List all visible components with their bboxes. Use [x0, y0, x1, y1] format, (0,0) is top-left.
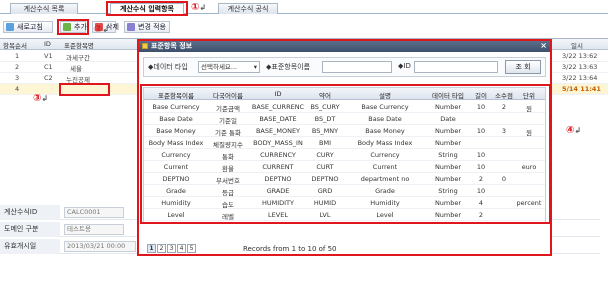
cell-time: 5/14 11:41	[562, 85, 601, 93]
id-label: ◆ID	[398, 62, 411, 70]
toolbar: 새로고침 추가 삭제 변경 적용	[0, 18, 608, 34]
records-info: Records from 1 to 10 of 50	[243, 245, 337, 253]
annotation-1: ①↲	[191, 2, 207, 13]
formula-id-field[interactable]: CALC0001	[64, 207, 124, 218]
data-type-label: ◆데이터 타입	[148, 63, 188, 71]
pagination: 12345	[147, 244, 197, 254]
cell-time: 3/22 13:62	[562, 52, 598, 60]
page-link[interactable]: 2	[157, 244, 166, 253]
form-label: 유효개시일	[0, 239, 60, 254]
data-type-value: 선택하세요...	[201, 63, 238, 71]
annotation-3: ③↲	[33, 93, 49, 104]
page-link[interactable]: 1	[147, 244, 156, 253]
cell-name: 과세구간	[66, 54, 90, 62]
cell-time: 3/22 13:63	[562, 63, 598, 71]
chevron-down-icon: ▾	[253, 63, 257, 71]
search-panel: ◆데이터 타입 선택하세요... ▾ ◆표준항목이름 ◆ID 조 회	[143, 57, 546, 77]
cell-order: 1	[15, 52, 20, 60]
apply-icon	[127, 23, 135, 31]
search-button[interactable]: 조 회	[505, 60, 541, 74]
highlight-box-3[interactable]	[59, 83, 110, 96]
cell-id: V1	[44, 52, 53, 60]
refresh-button[interactable]: 새로고침	[3, 21, 53, 33]
id-input[interactable]	[414, 61, 498, 73]
highlight-box-2	[57, 19, 89, 35]
domain-field[interactable]: 테스트용	[64, 224, 124, 235]
tab-formula-expression[interactable]: 계산수식 공식	[218, 3, 278, 14]
data-type-select[interactable]: 선택하세요... ▾	[198, 61, 260, 73]
dialog-icon	[142, 43, 148, 49]
page-link[interactable]: 3	[167, 244, 176, 253]
refresh-icon	[6, 23, 14, 31]
cell-id: C2	[44, 74, 53, 82]
apply-changes-button[interactable]: 변경 적용	[124, 21, 170, 33]
form-label: 도메인 구분	[0, 222, 60, 237]
cell-order: 2	[15, 63, 20, 71]
item-name-label: ◆표준항목이름	[266, 63, 311, 71]
annotation-2: ②↲	[94, 24, 110, 35]
tab-bar: 계산수식 목록 계산수식 입력항목 계산수식 공식	[0, 0, 608, 14]
dialog-title: 표준항목 정보	[151, 42, 193, 50]
dialog-title-bar[interactable]: 표준항목 정보 ×	[139, 41, 550, 52]
close-icon[interactable]: ×	[540, 41, 547, 51]
highlight-box-1	[106, 1, 188, 16]
col-header-order[interactable]: 항목순서	[3, 40, 27, 50]
cell-time: 3/22 13:64	[562, 74, 598, 82]
col-header-id[interactable]: ID	[44, 40, 51, 48]
page-link[interactable]: 4	[177, 244, 186, 253]
annotation-4: ④↲	[566, 125, 582, 136]
cell-name: 세율	[70, 65, 82, 73]
highlight-box-4	[140, 84, 551, 224]
col-header-name[interactable]: 표준항목명	[64, 40, 94, 50]
cell-order: 4	[15, 85, 20, 93]
tab-formula-list[interactable]: 계산수식 목록	[10, 3, 78, 14]
page-link[interactable]: 5	[187, 244, 196, 253]
valid-start-field[interactable]: 2013/03/21 00:00	[64, 241, 136, 252]
item-name-input[interactable]	[322, 61, 392, 73]
cell-order: 3	[15, 74, 20, 82]
form-label: 계산수식ID	[0, 205, 60, 220]
cell-id: C1	[44, 63, 53, 71]
col-header-time[interactable]: 일시	[571, 40, 583, 50]
